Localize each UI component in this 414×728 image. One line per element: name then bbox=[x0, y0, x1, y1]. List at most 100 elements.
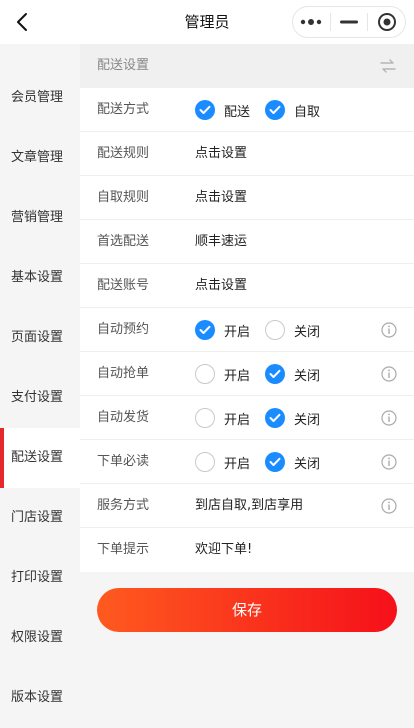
auto-grab-off-radio[interactable]: 关闭 bbox=[265, 363, 320, 385]
sidebar-item-label: 营销管理 bbox=[11, 210, 64, 225]
must-read-off-radio[interactable]: 关闭 bbox=[265, 451, 320, 473]
sidebar-item-label: 页面设置 bbox=[11, 330, 64, 345]
field-label: 下单提示 bbox=[97, 542, 150, 557]
delivery-account-link[interactable]: 点击设置 bbox=[195, 264, 247, 308]
sidebar-item-marketing[interactable]: 营销管理 bbox=[0, 188, 80, 248]
option-label: 关闭 bbox=[294, 456, 321, 472]
auto-ship-row: 自动发货 开启 关闭 bbox=[80, 396, 414, 440]
preferred-delivery-row[interactable]: 首选配送 顺丰速运 bbox=[80, 220, 414, 264]
auto-ship-on-radio[interactable]: 开启 bbox=[195, 407, 250, 429]
must-read-on-radio[interactable]: 开启 bbox=[195, 451, 250, 473]
info-button[interactable] bbox=[381, 322, 397, 342]
unchecked-icon bbox=[265, 320, 285, 340]
more-dots-icon bbox=[301, 19, 322, 25]
service-mode-row[interactable]: 服务方式 到店自取,到店享用 bbox=[80, 484, 414, 528]
swap-arrows-icon bbox=[380, 59, 396, 73]
pickup-rule-link[interactable]: 点击设置 bbox=[195, 176, 247, 220]
option-label: 开启 bbox=[224, 368, 251, 384]
delivery-account-row[interactable]: 配送账号 点击设置 bbox=[80, 264, 414, 308]
minimize-button[interactable] bbox=[331, 7, 368, 37]
field-label: 自动预约 bbox=[97, 322, 150, 337]
field-label: 配送规则 bbox=[97, 146, 150, 161]
delivery-settings-form: 配送方式 配送 自取 配送规则 点击设置 自取规则 点击设置 首选配送 顺丰速运 bbox=[80, 88, 414, 572]
info-icon bbox=[381, 410, 397, 426]
auto-grab-row: 自动抢单 开启 关闭 bbox=[80, 352, 414, 396]
info-button[interactable] bbox=[381, 366, 397, 386]
field-label: 自取规则 bbox=[97, 190, 150, 205]
delivery-method-row: 配送方式 配送 自取 bbox=[80, 88, 414, 132]
unchecked-icon bbox=[195, 364, 215, 384]
sidebar-item-label: 支付设置 bbox=[11, 390, 64, 405]
sidebar: 会员管理 文章管理 营销管理 基本设置 页面设置 支付设置 配送设置 门店设置 … bbox=[0, 44, 80, 728]
sidebar-item-articles[interactable]: 文章管理 bbox=[0, 128, 80, 188]
sidebar-item-members[interactable]: 会员管理 bbox=[0, 68, 80, 128]
chevron-left-icon bbox=[17, 13, 27, 31]
more-button[interactable] bbox=[293, 7, 330, 37]
sidebar-item-stores[interactable]: 门店设置 bbox=[0, 488, 80, 548]
checked-icon bbox=[265, 100, 285, 120]
auto-ship-off-radio[interactable]: 关闭 bbox=[265, 407, 320, 429]
delivery-option-checkbox[interactable]: 配送 bbox=[195, 99, 250, 121]
info-icon bbox=[381, 322, 397, 338]
sidebar-item-label: 版本设置 bbox=[11, 690, 64, 705]
sidebar-item-label: 基本设置 bbox=[11, 270, 64, 285]
auto-booking-on-radio[interactable]: 开启 bbox=[195, 319, 250, 341]
pickup-option-checkbox[interactable]: 自取 bbox=[265, 99, 320, 121]
sidebar-item-page[interactable]: 页面设置 bbox=[0, 308, 80, 368]
unchecked-icon bbox=[195, 408, 215, 428]
sidebar-item-label: 会员管理 bbox=[11, 90, 64, 105]
pickup-rule-row[interactable]: 自取规则 点击设置 bbox=[80, 176, 414, 220]
info-icon bbox=[381, 454, 397, 470]
info-button[interactable] bbox=[381, 498, 397, 518]
top-bar: 管理员 bbox=[0, 0, 414, 44]
auto-grab-on-radio[interactable]: 开启 bbox=[195, 363, 250, 385]
checked-icon bbox=[195, 320, 215, 340]
delivery-rule-row[interactable]: 配送规则 点击设置 bbox=[80, 132, 414, 176]
sidebar-item-label: 门店设置 bbox=[11, 510, 64, 525]
checked-icon bbox=[265, 364, 285, 384]
service-mode-value[interactable]: 到店自取,到店享用 bbox=[195, 484, 303, 528]
unchecked-icon bbox=[195, 452, 215, 472]
field-label: 配送账号 bbox=[97, 278, 150, 293]
field-label: 自动发货 bbox=[97, 410, 150, 425]
main-content: 配送设置 配送方式 配送 自取 配送规则 点击设置 自取规则 点击设置 首选配送… bbox=[80, 44, 414, 728]
must-read-row: 下单必读 开启 关闭 bbox=[80, 440, 414, 484]
sidebar-item-delivery[interactable]: 配送设置 bbox=[0, 428, 80, 488]
info-button[interactable] bbox=[381, 410, 397, 430]
auto-booking-off-radio[interactable]: 关闭 bbox=[265, 319, 320, 341]
field-label: 配送方式 bbox=[97, 102, 150, 117]
auto-booking-row: 自动预约 开启 关闭 bbox=[80, 308, 414, 352]
info-icon bbox=[381, 498, 397, 514]
sidebar-item-payment[interactable]: 支付设置 bbox=[0, 368, 80, 428]
sidebar-item-label: 打印设置 bbox=[11, 570, 64, 585]
target-circle-icon bbox=[377, 13, 396, 31]
option-label: 配送 bbox=[224, 104, 251, 120]
option-label: 自取 bbox=[294, 104, 321, 120]
field-label: 下单必读 bbox=[97, 454, 150, 469]
save-button[interactable]: 保存 bbox=[97, 588, 397, 632]
option-label: 关闭 bbox=[294, 412, 321, 428]
field-label: 服务方式 bbox=[97, 498, 150, 513]
back-button[interactable] bbox=[10, 8, 34, 36]
sidebar-item-label: 权限设置 bbox=[11, 630, 64, 645]
section-title: 配送设置 bbox=[97, 58, 150, 73]
sidebar-item-version[interactable]: 版本设置 bbox=[0, 668, 80, 728]
checked-icon bbox=[265, 408, 285, 428]
info-icon bbox=[381, 366, 397, 382]
sidebar-item-print[interactable]: 打印设置 bbox=[0, 548, 80, 608]
sidebar-item-basic[interactable]: 基本设置 bbox=[0, 248, 80, 308]
preferred-delivery-select[interactable]: 顺丰速运 bbox=[195, 220, 247, 264]
mini-program-capsule bbox=[292, 6, 406, 38]
delivery-rule-link[interactable]: 点击设置 bbox=[195, 132, 247, 176]
sidebar-item-permissions[interactable]: 权限设置 bbox=[0, 608, 80, 668]
option-label: 开启 bbox=[224, 412, 251, 428]
option-label: 开启 bbox=[224, 456, 251, 472]
minimize-icon bbox=[340, 20, 358, 24]
swap-button[interactable] bbox=[380, 58, 396, 77]
info-button[interactable] bbox=[381, 454, 397, 474]
checked-icon bbox=[265, 452, 285, 472]
order-tip-row[interactable]: 下单提示 欢迎下单! bbox=[80, 528, 414, 572]
order-tip-input[interactable]: 欢迎下单! bbox=[195, 528, 252, 572]
close-mini-program-button[interactable] bbox=[368, 7, 405, 37]
sidebar-item-label: 配送设置 bbox=[11, 450, 64, 465]
